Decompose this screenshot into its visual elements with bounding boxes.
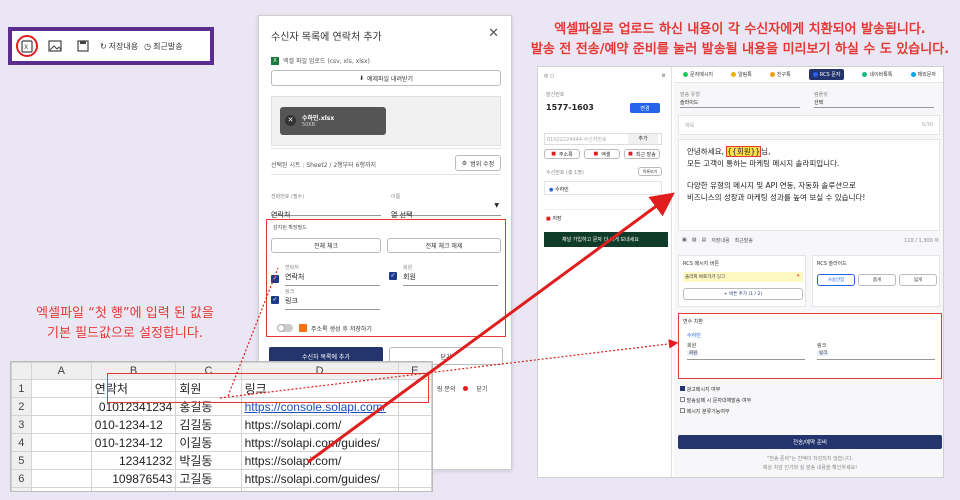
main-arrow <box>307 192 675 464</box>
annotation-overlay <box>219 192 679 464</box>
dotted-arrow-fields <box>227 267 279 397</box>
dotted-arrow-variables <box>219 339 679 399</box>
